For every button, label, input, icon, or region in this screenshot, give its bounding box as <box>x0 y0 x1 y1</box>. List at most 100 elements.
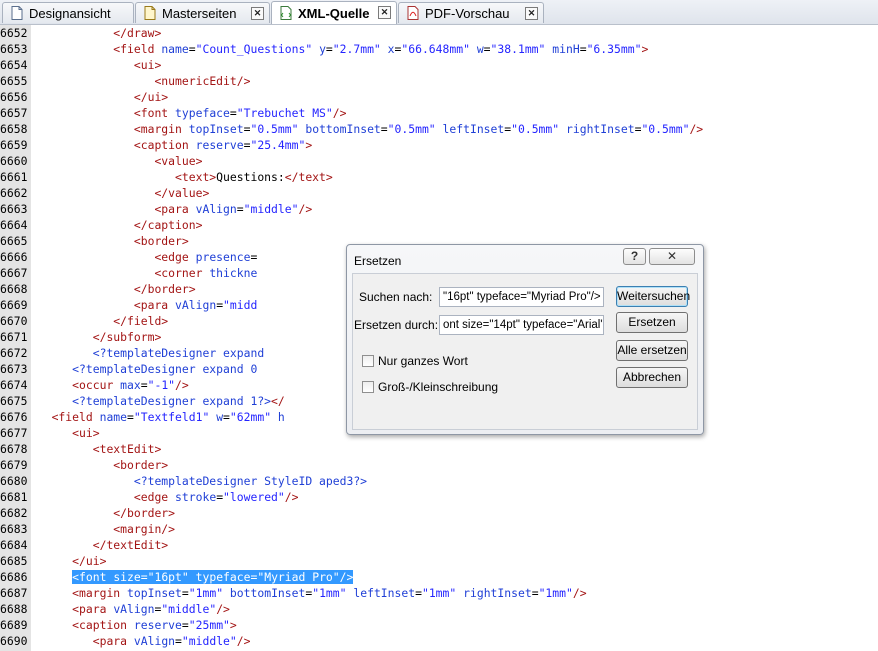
code-token: </subform> <box>92 330 162 344</box>
replace-label: Ersetzen durch: <box>354 318 439 332</box>
code-tokens: <para vAlign="midd <box>134 298 257 312</box>
code-line[interactable]: 6655 <numericEdit/> <box>0 73 878 89</box>
code-token: "0.5mm" <box>511 122 560 136</box>
pdf-icon <box>407 6 419 20</box>
code-line[interactable]: 6657 <font typeface="Trebuchet MS"/> <box>0 105 878 121</box>
code-text: <value> <box>31 153 202 169</box>
code-token: stroke <box>175 490 217 504</box>
code-line[interactable]: 6686 <font size="16pt" typeface="Myriad … <box>0 569 878 585</box>
code-line[interactable]: 6685 </ui> <box>0 553 878 569</box>
code-line[interactable]: 6690 <para vAlign="middle"/> <box>0 633 878 649</box>
line-number: 6666 <box>0 250 28 264</box>
close-tab-icon[interactable]: ✕ <box>251 7 264 20</box>
code-token: name <box>161 42 189 56</box>
search-input[interactable]: "16pt" typeface="Myriad Pro"/> <box>439 287 604 307</box>
code-tokens: <field name="Count_Questions" y="2.7mm" … <box>113 42 648 56</box>
code-line[interactable]: 6687 <margin topInset="1mm" bottomInset=… <box>0 585 878 601</box>
code-token: </textEdit> <box>92 538 169 552</box>
code-line[interactable]: 6678 <textEdit> <box>0 441 878 457</box>
code-line[interactable]: 6653 <field name="Count_Questions" y="2.… <box>0 41 878 57</box>
code-text: <para vAlign="midd <box>31 297 257 313</box>
code-token: "midd <box>223 298 258 312</box>
find-next-button[interactable]: Weitersuchen <box>616 286 690 307</box>
code-token: > <box>305 138 313 152</box>
replace-button[interactable]: Ersetzen <box>616 312 688 333</box>
code-line[interactable]: 6654 <ui> <box>0 57 878 73</box>
code-tokens: <para vAlign="middle"/> <box>154 202 312 216</box>
code-token: = <box>127 410 134 424</box>
whole-word-checkbox[interactable] <box>362 355 374 367</box>
code-token: = <box>140 570 148 584</box>
code-tokens: <numericEdit/> <box>154 74 250 88</box>
code-tokens: <margin topInset="0.5mm" bottomInset="0.… <box>134 122 703 136</box>
close-tab-icon[interactable]: ✕ <box>525 7 538 20</box>
code-token: "middle" <box>181 634 237 648</box>
code-tokens: <?templateDesigner expand 0 <box>72 362 257 376</box>
dialog-body: Suchen nach: "16pt" typeface="Myriad Pro… <box>352 273 698 430</box>
line-number: 6654 <box>0 58 28 72</box>
code-token: x <box>387 42 395 56</box>
code-tokens: </field> <box>113 314 168 328</box>
code-tokens: </value> <box>154 186 209 200</box>
replace-all-button[interactable]: Alle ersetzen <box>616 340 688 361</box>
code-text: <caption reserve="25.4mm"> <box>31 137 312 153</box>
tab-masterseiten[interactable]: Masterseiten ✕ <box>135 2 270 23</box>
replace-input[interactable]: ont size="14pt" typeface="Arial" <box>439 315 604 335</box>
code-text: </field> <box>31 313 168 329</box>
code-line[interactable]: 6689 <caption reserve="25mm"> <box>0 617 878 633</box>
code-line[interactable]: 6683 <margin/> <box>0 521 878 537</box>
code-text: <ui> <box>31 57 161 73</box>
code-line[interactable]: 6684 </textEdit> <box>0 537 878 553</box>
code-token: typeface <box>175 106 230 120</box>
code-line[interactable]: 6662 </value> <box>0 185 878 201</box>
code-token: leftInset <box>353 586 416 600</box>
code-tokens: </subform> <box>93 330 162 344</box>
code-token: = <box>415 586 422 600</box>
line-number: 6670 <box>0 314 28 328</box>
code-line[interactable]: 6652 </draw> <box>0 25 878 41</box>
line-number: 6686 <box>0 570 28 584</box>
match-case-checkbox[interactable] <box>362 381 374 393</box>
code-token: = <box>236 202 244 216</box>
code-line[interactable]: 6679 <border> <box>0 457 878 473</box>
tab-pdf-vorschau[interactable]: PDF-Vorschau ✕ <box>398 2 544 23</box>
code-line[interactable]: 6681 <edge stroke="lowered"/> <box>0 489 878 505</box>
code-text: <occur max="-1"/> <box>31 377 189 393</box>
code-line[interactable]: 6659 <caption reserve="25.4mm"> <box>0 137 878 153</box>
search-label: Suchen nach: <box>359 290 433 304</box>
line-number: 6656 <box>0 90 28 104</box>
code-line[interactable]: 6661 <text>Questions:</text> <box>0 169 878 185</box>
code-tokens: <border> <box>113 458 168 472</box>
code-line[interactable]: 6660 <value> <box>0 153 878 169</box>
code-token: "middle" <box>161 602 217 616</box>
code-line[interactable]: 6680 <?templateDesigner StyleID aped3?> <box>0 473 878 489</box>
tab-xml-quelle[interactable]: XML-Quelle ✕ <box>271 1 397 24</box>
code-token: <textEdit> <box>92 442 162 456</box>
code-line[interactable]: 6664 </caption> <box>0 217 878 233</box>
code-line[interactable]: 6656 </ui> <box>0 89 878 105</box>
code-text: <font size="16pt" typeface="Myriad Pro"/… <box>31 569 354 585</box>
code-line[interactable]: 6688 <para vAlign="middle"/> <box>0 601 878 617</box>
code-line[interactable]: 6658 <margin topInset="0.5mm" bottomInse… <box>0 121 878 137</box>
code-line[interactable]: 6682 </border> <box>0 505 878 521</box>
close-dialog-button[interactable]: ✕ <box>649 248 695 265</box>
close-tab-icon[interactable]: ✕ <box>378 6 391 19</box>
code-tokens: </draw> <box>113 26 161 40</box>
tab-designansicht[interactable]: Designansicht <box>2 2 134 23</box>
cancel-button[interactable]: Abbrechen <box>616 367 688 388</box>
line-number: 6678 <box>0 442 28 456</box>
code-text: </value> <box>31 185 209 201</box>
code-line[interactable]: 6663 <para vAlign="middle"/> <box>0 201 878 217</box>
code-tokens: <occur max="-1"/> <box>72 378 189 392</box>
help-button[interactable]: ? <box>623 248 646 265</box>
code-token: "0.5mm" <box>250 122 299 136</box>
